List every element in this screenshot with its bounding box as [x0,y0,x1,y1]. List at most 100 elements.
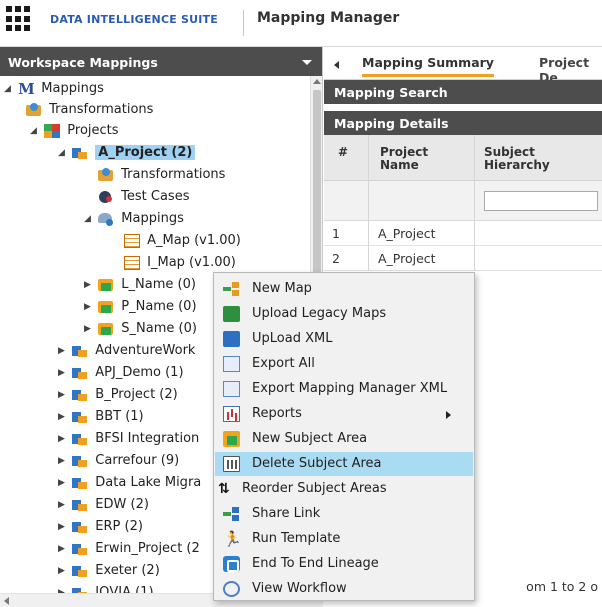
expand-toggle-icon[interactable]: ▶ [58,495,68,515]
row-number: 1 [332,226,340,241]
collapse-toggle-icon[interactable]: ◢ [84,209,94,229]
app-launcher-icon[interactable] [6,6,32,32]
tree-node-l-name[interactable]: ▶ L_Name (0) [84,275,196,295]
chevron-down-icon[interactable] [302,60,312,65]
menu-item-share-link[interactable]: Share Link [215,502,473,526]
mapping-details-section[interactable]: Mapping Details [324,111,602,135]
menu-item-run-template[interactable]: 🏃 Run Template [215,527,473,551]
scroll-left-icon[interactable] [4,597,9,605]
tree-node-project[interactable]: ▶ APJ_Demo (1) [58,363,184,383]
column-divider [474,135,475,271]
pager-summary: om 1 to 2 o [526,579,598,594]
menu-item-reorder-subject-areas[interactable]: ⇅ Reorder Subject Areas [215,477,473,501]
tree-node-a-map[interactable]: A_Map (v1.00) [124,231,241,251]
subject-area-icon [98,322,114,336]
column-divider [368,135,369,271]
expand-toggle-icon[interactable]: ▶ [58,341,68,361]
tree-node-test-cases[interactable]: Test Cases [98,187,189,207]
menu-item-view-workflow[interactable]: View Workflow [215,577,473,601]
tab-mapping-summary[interactable]: Mapping Summary [362,55,494,77]
expand-toggle-icon[interactable]: ▶ [58,583,68,593]
subject-hierarchy-filter-input[interactable] [484,191,598,211]
tree-node-p-name[interactable]: ▶ P_Name (0) [84,297,197,317]
tree-node-project[interactable]: ▶ BFSI Integration [58,429,199,449]
column-header-number[interactable]: # [338,146,348,159]
menu-item-export-mapping-manager-xml[interactable]: Export Mapping Manager XML [215,377,473,401]
menu-item-upload-xml[interactable]: UpLoad XML [215,327,473,351]
expand-toggle-icon[interactable]: ▶ [58,473,68,493]
tree-node-project[interactable]: ▶ Exeter (2) [58,561,160,581]
new-map-icon [223,281,240,297]
project-icon [72,410,88,424]
suite-name[interactable]: DATA INTELLIGENCE SUITE [50,13,218,26]
reorder-icon: ⇅ [218,481,230,497]
expand-toggle-icon[interactable]: ▶ [58,561,68,581]
tab-scroll-left-icon[interactable] [334,61,339,69]
collapse-toggle-icon[interactable]: ◢ [4,79,14,99]
expand-toggle-icon[interactable]: ▶ [58,539,68,559]
tree-node-label: Data Lake Migra [95,475,202,490]
tree-node-s-name[interactable]: ▶ S_Name (0) [84,319,197,339]
project-icon [72,344,88,358]
workspace-mappings-header[interactable]: Workspace Mappings [0,47,322,76]
tree-node-project[interactable]: ▶ B_Project (2) [58,385,178,405]
tree-node-label: A_Project (2) [95,145,196,160]
header-divider [243,10,244,36]
project-icon [72,520,88,534]
expand-toggle-icon[interactable]: ▶ [58,363,68,383]
mapping-search-section[interactable]: Mapping Search [324,80,602,104]
tree-node-a-project-mappings[interactable]: ◢ Mappings [84,209,184,229]
scroll-up-icon[interactable] [313,79,321,84]
table-row[interactable]: 1 A_Project [324,221,602,246]
expand-toggle-icon[interactable]: ▶ [58,385,68,405]
tree-node-project[interactable]: ▶ AdventureWork [58,341,195,361]
menu-item-new-subject-area[interactable]: New Subject Area [215,427,473,451]
tree-node-transformations[interactable]: Transformations [26,100,153,120]
collapse-toggle-icon[interactable]: ◢ [30,121,40,141]
tree-node-project[interactable]: ▶ BBT (1) [58,407,144,427]
expand-toggle-icon[interactable]: ▶ [84,319,94,339]
tree-node-a-project[interactable]: ◢ A_Project (2) [58,143,196,163]
expand-toggle-icon[interactable]: ▶ [84,297,94,317]
submenu-arrow-icon [446,411,451,419]
reports-icon [223,406,240,422]
menu-item-label: Upload Legacy Maps [252,306,387,321]
expand-toggle-icon[interactable]: ▶ [84,275,94,295]
tree-node-i-map[interactable]: I_Map (v1.00) [124,253,236,273]
menu-item-end-to-end-lineage[interactable]: End To End Lineage [215,552,473,576]
project-icon [72,542,88,556]
table-row[interactable]: 2 A_Project [324,246,602,271]
column-header-project-name[interactable]: Project Name [380,146,460,172]
tree-node-project[interactable]: ▶ EDW (2) [58,495,149,515]
expand-toggle-icon[interactable]: ▶ [58,451,68,471]
projects-icon [44,124,61,138]
tree-node-projects[interactable]: ◢ Projects [30,121,119,141]
expand-toggle-icon[interactable]: ▶ [58,407,68,427]
menu-item-upload-legacy-maps[interactable]: Upload Legacy Maps [215,302,473,326]
column-header-subject-hierarchy[interactable]: Subject Hierarchy [484,146,574,172]
tree-node-project[interactable]: ▶ ERP (2) [58,517,143,537]
tree-node-project[interactable]: ▶ IQVIA (1) [58,583,154,593]
menu-item-label: End To End Lineage [252,556,379,571]
row-project-name: A_Project [378,251,436,266]
project-icon [72,476,88,490]
expand-toggle-icon[interactable]: ▶ [58,429,68,449]
project-icon [72,146,88,160]
tree-node-project[interactable]: ▶ Data Lake Migra [58,473,201,493]
expand-toggle-icon[interactable]: ▶ [58,517,68,537]
menu-item-delete-subject-area[interactable]: Delete Subject Area [215,452,473,476]
project-icon [72,498,88,512]
menu-item-reports[interactable]: Reports [215,402,473,426]
menu-item-label: View Workflow [252,581,347,596]
row-number: 2 [332,251,340,266]
map-icon [124,256,140,270]
menu-item-export-all[interactable]: Export All [215,352,473,376]
menu-item-new-map[interactable]: New Map [215,277,473,301]
collapse-toggle-icon[interactable]: ◢ [58,143,68,163]
tree-node-project[interactable]: ▶ Carrefour (9) [58,451,179,471]
test-cases-icon [98,190,114,204]
app-header: DATA INTELLIGENCE SUITE Mapping Manager [0,0,602,47]
tree-node-project[interactable]: ▶ Erwin_Project (2 [58,539,200,559]
tree-node-a-project-transformations[interactable]: Transformations [98,165,225,185]
tree-node-mappings-root[interactable]: ◢ M Mappings [4,79,104,99]
